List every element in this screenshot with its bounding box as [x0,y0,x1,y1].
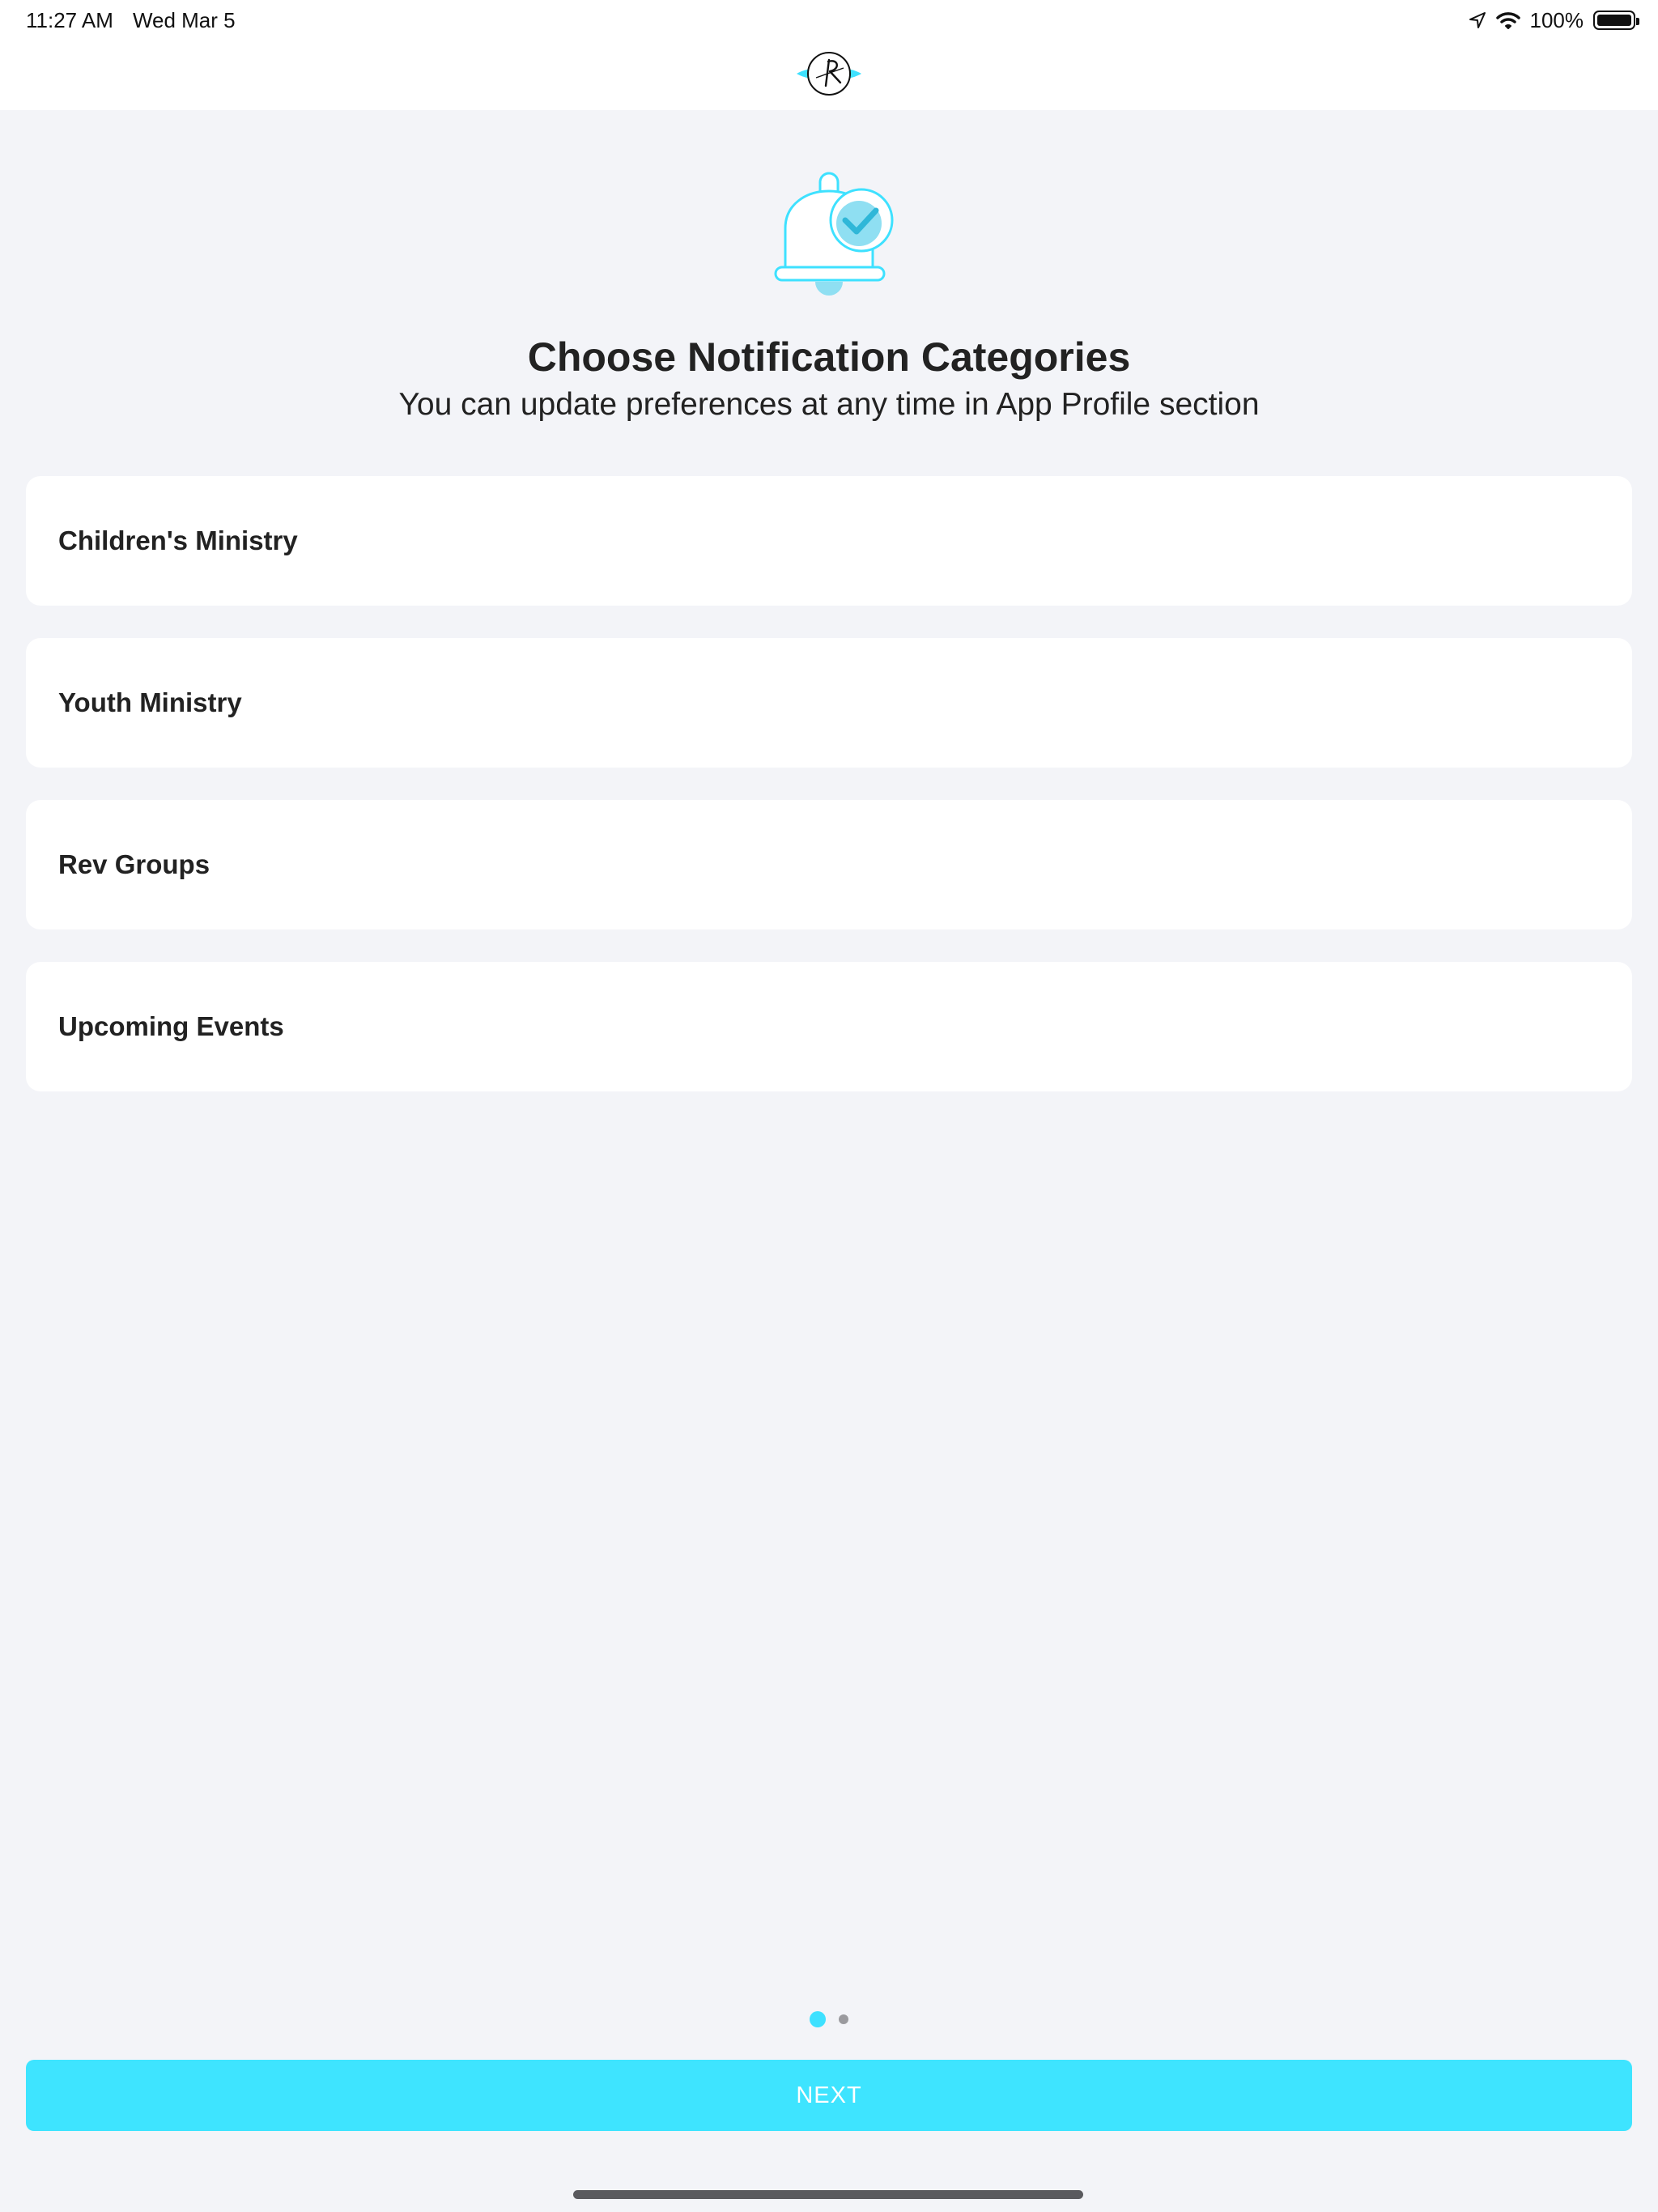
category-label: Youth Ministry [58,687,242,717]
next-button-label: NEXT [796,2082,862,2108]
category-label: Rev Groups [58,849,210,879]
category-childrens-ministry[interactable]: Children's Ministry [26,476,1632,606]
category-label: Upcoming Events [58,1011,284,1041]
onboarding-screen: 11:27 AM Wed Mar 5 100% Choose Notificat… [0,0,1658,2212]
page-subtitle: You can update preferences at any time i… [398,387,1260,422]
battery-percent: 100% [1529,7,1584,32]
next-button[interactable]: NEXT [26,2060,1632,2131]
category-list: Children's Ministry Youth Ministry Rev G… [26,476,1632,1124]
church-logo-icon[interactable] [795,47,863,100]
status-date: Wed Mar 5 [132,7,236,32]
home-indicator[interactable] [573,2190,1083,2199]
category-upcoming-events[interactable]: Upcoming Events [26,962,1632,1091]
page-title: Choose Notification Categories [527,334,1131,380]
top-bar: 11:27 AM Wed Mar 5 100% [0,0,1658,110]
page-dot-inactive[interactable] [839,2014,848,2024]
category-label: Children's Ministry [58,525,298,555]
wifi-icon [1495,11,1520,30]
status-bar-right: 100% [1469,6,1639,34]
bell-check-icon [769,170,895,300]
category-rev-groups[interactable]: Rev Groups [26,800,1632,929]
status-time: 11:27 AM [26,7,113,32]
status-bar-left: 11:27 AM Wed Mar 5 [26,6,236,34]
page-dot-active[interactable] [810,2011,826,2027]
location-arrow-icon [1469,11,1486,29]
page-indicator [0,2011,1658,2027]
battery-icon [1593,11,1639,30]
category-youth-ministry[interactable]: Youth Ministry [26,638,1632,768]
